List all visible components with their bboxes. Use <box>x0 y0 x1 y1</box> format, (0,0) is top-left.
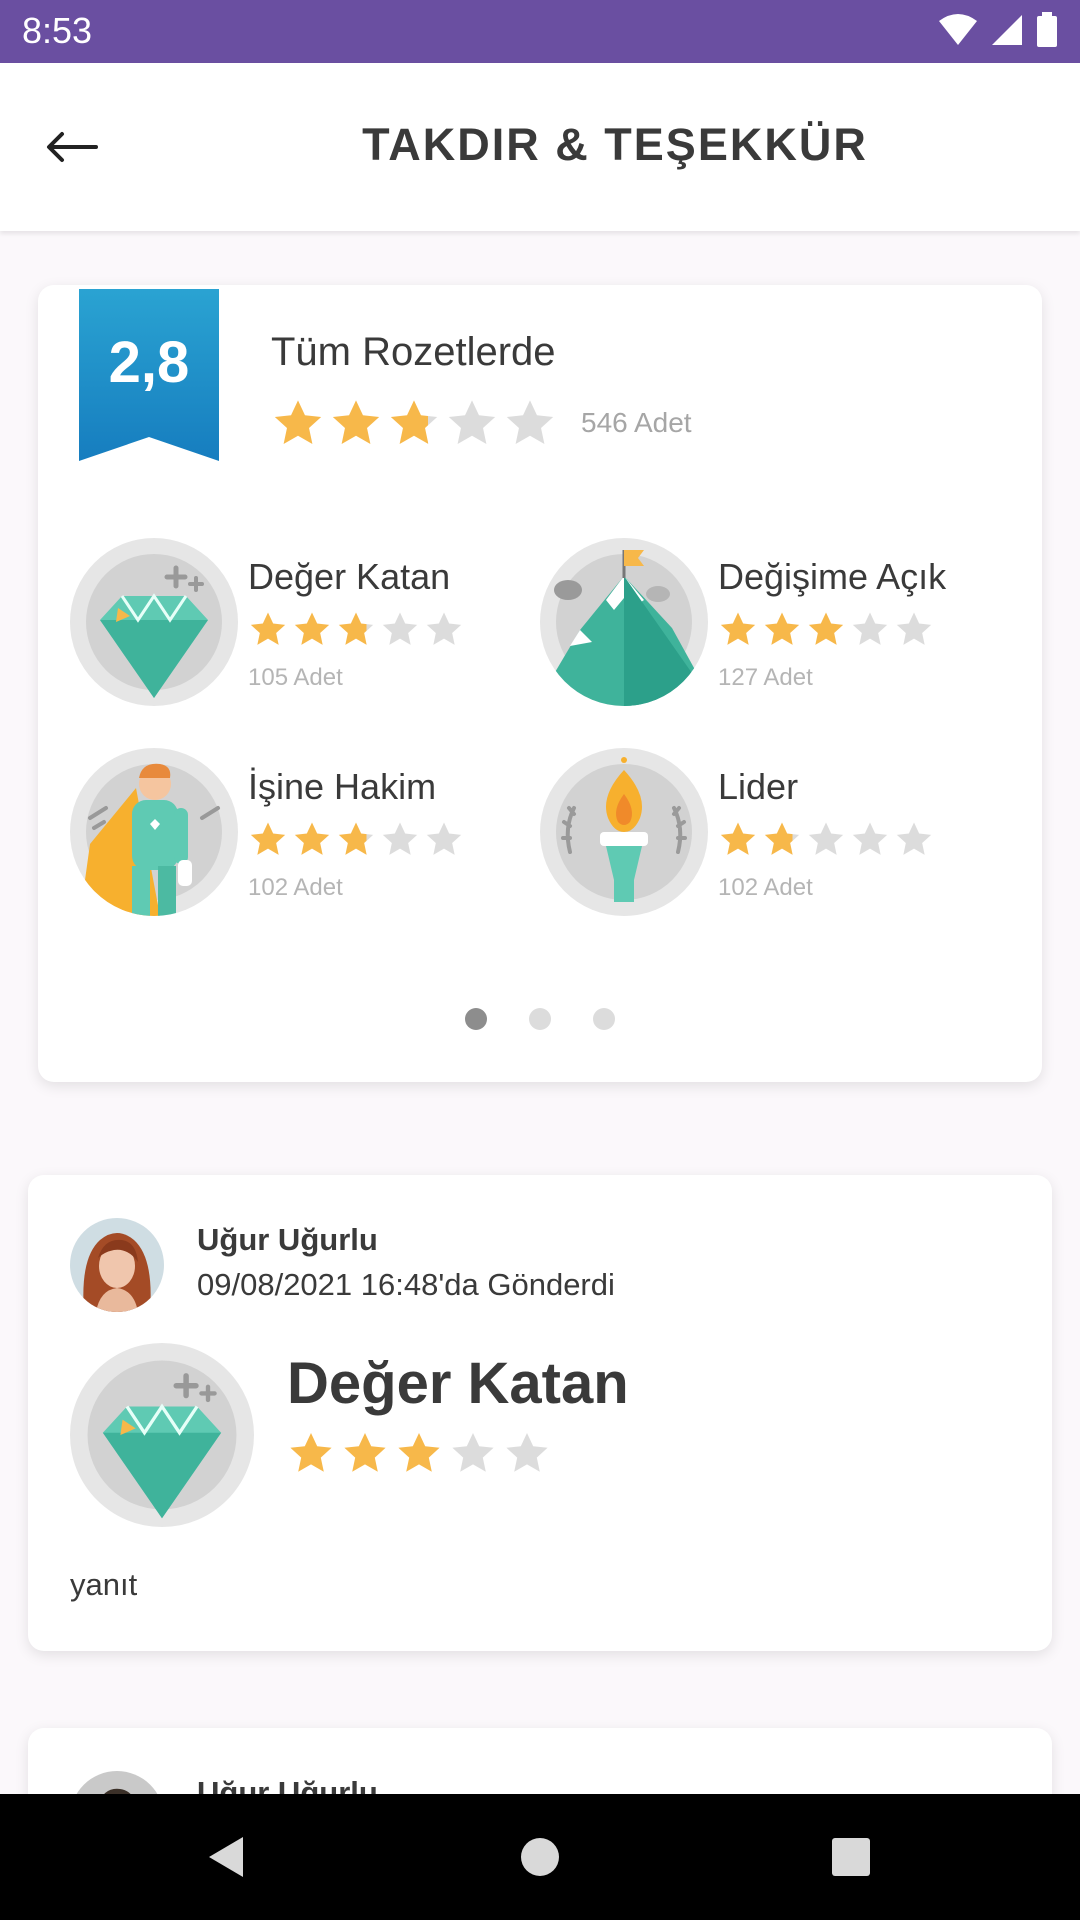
triangle-back-icon <box>209 1837 243 1877</box>
star-icon <box>452 1433 494 1472</box>
badge-isine-hakim[interactable]: İşine Hakim 102 Adet <box>70 748 540 918</box>
diamond-icon <box>70 538 238 706</box>
status-bar: 8:53 <box>0 0 1080 63</box>
badge-name: Lider <box>718 766 799 807</box>
nav-back-button[interactable] <box>192 1824 258 1890</box>
star-icon <box>506 400 554 445</box>
nav-recents-button[interactable] <box>818 1824 884 1890</box>
status-icons <box>938 12 1058 48</box>
star-icon <box>338 612 374 645</box>
badge-name: Değişime Açık <box>718 556 947 597</box>
star-icon <box>808 822 844 855</box>
summary-count: 546 Adet <box>581 407 692 438</box>
badge-count: 102 Adet <box>718 874 813 901</box>
badge-stars <box>248 820 464 860</box>
star-icon <box>274 400 322 445</box>
page-indicator <box>38 1008 1042 1030</box>
app-bar: TAKDIR & TEŞEKKÜR <box>0 63 1080 231</box>
sent-date: 09/08/2021 16:48'da Gönderdi <box>197 1267 615 1302</box>
user-avatar-image <box>70 1218 164 1312</box>
mountain-flag-icon <box>540 538 708 706</box>
badge-degisime-acik[interactable]: Değişime Açık 127 Adet <box>540 538 1010 708</box>
badge-summary-card[interactable]: 2,8 Tüm Rozetlerde 546 Adet Değer Katan <box>38 285 1042 1082</box>
star-icon <box>426 822 462 855</box>
star-icon <box>390 400 438 445</box>
star-icon <box>764 612 800 645</box>
battery-icon <box>1037 12 1057 47</box>
wifi-icon <box>939 14 977 45</box>
star-icon <box>896 822 932 855</box>
star-icon <box>426 612 462 645</box>
superhero-icon <box>70 748 238 916</box>
star-icon <box>896 612 932 645</box>
badge-name: Değer Katan <box>248 556 451 597</box>
badge-stars <box>718 820 934 860</box>
star-icon <box>852 822 888 855</box>
star-icon <box>852 612 888 645</box>
page-dot-1[interactable] <box>465 1008 487 1030</box>
star-icon <box>250 612 286 645</box>
diamond-icon <box>70 1343 254 1527</box>
star-icon <box>338 822 374 855</box>
star-icon <box>344 1433 386 1472</box>
badge-count: 102 Adet <box>248 874 343 901</box>
star-icon <box>764 822 800 855</box>
badge-count: 127 Adet <box>718 664 813 691</box>
star-icon <box>382 612 418 645</box>
star-icon <box>448 400 496 445</box>
score-ribbon: 2,8 <box>79 289 219 464</box>
torch-icon <box>540 748 708 916</box>
star-icon <box>332 400 380 445</box>
feed-comment: yanıt <box>70 1567 138 1602</box>
badge-stars <box>248 610 464 650</box>
square-recents-icon <box>832 1838 870 1876</box>
feed-badge-stars <box>287 1430 551 1478</box>
feed-badge-name: Değer Katan <box>287 1351 629 1416</box>
circle-home-icon <box>521 1838 559 1876</box>
star-icon <box>294 612 330 645</box>
badge-deger-katan[interactable]: Değer Katan 105 Adet <box>70 538 540 708</box>
page-title: TAKDIR & TEŞEKKÜR <box>362 119 868 170</box>
sender-name: Uğur Uğurlu <box>197 1222 378 1257</box>
star-icon <box>720 822 756 855</box>
status-time: 8:53 <box>22 10 93 51</box>
badge-count: 105 Adet <box>248 664 343 691</box>
summary-stars <box>271 397 557 451</box>
star-icon <box>398 1433 440 1472</box>
star-icon <box>808 612 844 645</box>
summary-title: Tüm Rozetlerde <box>271 330 556 374</box>
star-icon <box>294 822 330 855</box>
navigation-bar <box>0 1794 1080 1920</box>
badge-stars <box>718 610 934 650</box>
badge-lider[interactable]: Lider 102 Adet <box>540 748 1010 918</box>
page-dot-3[interactable] <box>593 1008 615 1030</box>
signal-icon <box>992 15 1022 45</box>
nav-home-button[interactable] <box>507 1824 573 1890</box>
badge-name: İşine Hakim <box>248 766 437 807</box>
star-icon <box>506 1433 548 1472</box>
star-icon <box>250 822 286 855</box>
page-dot-2[interactable] <box>529 1008 551 1030</box>
star-icon <box>382 822 418 855</box>
avatar[interactable] <box>70 1218 164 1312</box>
feed-card[interactable]: Uğur Uğurlu 09/08/2021 16:48'da Gönderdi… <box>28 1175 1052 1651</box>
star-icon <box>290 1433 332 1472</box>
star-icon <box>720 612 756 645</box>
score-value: 2,8 <box>108 330 190 395</box>
